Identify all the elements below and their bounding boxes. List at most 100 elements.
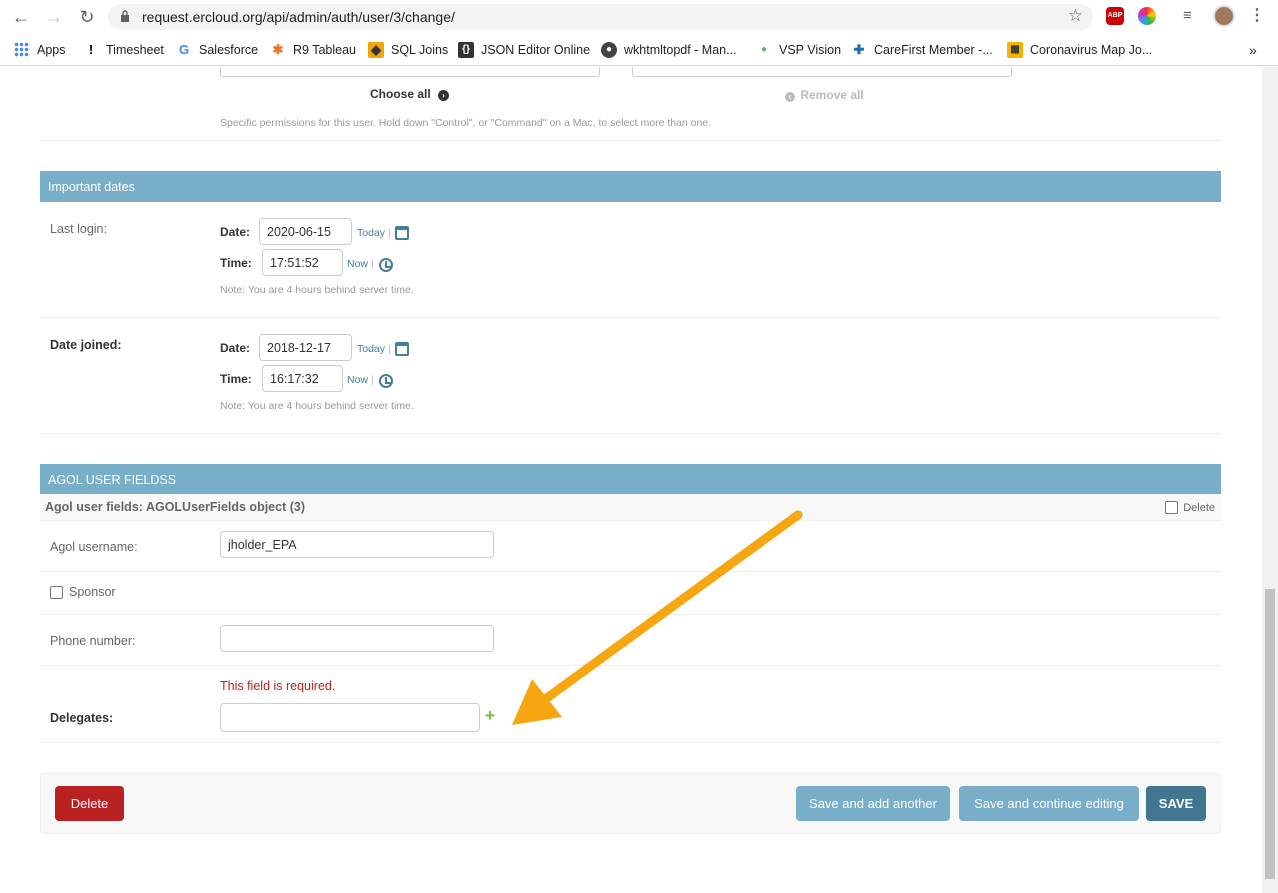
annotation-arrow <box>512 510 803 725</box>
bookmark-star-icon[interactable]: ☆ <box>1068 6 1083 26</box>
delete-checkbox[interactable] <box>1165 501 1179 514</box>
inline-delete-control[interactable]: Delete <box>1165 501 1215 514</box>
url-text[interactable]: request.ercloud.org/api/admin/auth/user/… <box>142 9 455 25</box>
bookmark-label: VSP Vision <box>779 43 842 57</box>
carefirst-icon: ✚ <box>853 42 865 57</box>
date-joined-label: Date joined: <box>50 338 122 352</box>
date-joined-date-input[interactable] <box>259 334 352 361</box>
admin-page: Choose all › ‹ Remove all Specific permi… <box>0 67 1262 893</box>
timezone-note: Note: You are 4 hours behind server time… <box>220 400 414 412</box>
reload-icon[interactable]: ↻ <box>76 6 98 28</box>
page-scrollbar[interactable] <box>1262 67 1278 893</box>
timezone-note: Note: You are 4 hours behind server time… <box>220 284 414 296</box>
bookmark-apps[interactable]: Apps <box>14 40 66 60</box>
divider <box>40 140 1221 141</box>
exclamation-icon: ! <box>88 42 94 57</box>
choose-all-label: Choose all <box>370 87 431 101</box>
last-login-time-input[interactable] <box>262 249 343 276</box>
color-extension-icon[interactable] <box>1138 7 1156 25</box>
today-label: Today <box>357 343 386 355</box>
date-joined-time-input[interactable] <box>262 365 343 392</box>
menu-kebab-icon[interactable]: ⋮ <box>1248 7 1266 25</box>
available-permissions-select[interactable] <box>220 67 600 77</box>
scrollbar-thumb[interactable] <box>1265 589 1275 879</box>
important-dates-header: Important dates <box>40 171 1221 202</box>
apps-grid-icon <box>14 42 30 58</box>
now-label: Now <box>347 258 369 270</box>
agol-username-input[interactable] <box>220 531 494 558</box>
save-button[interactable]: SAVE <box>1146 786 1206 821</box>
bookmark-label: wkhtmltopdf - Man... <box>624 43 737 57</box>
calendar-icon[interactable] <box>395 226 409 240</box>
date-joined-today-link[interactable]: Today | <box>357 343 391 355</box>
add-delegate-plus-icon[interactable]: + <box>485 706 495 726</box>
bookmark-label: SQL Joins <box>391 43 449 57</box>
media-control-icon[interactable]: ≡ <box>1183 7 1201 25</box>
today-label: Today <box>357 227 386 239</box>
tableau-icon: ✱ <box>272 42 284 57</box>
address-bar[interactable]: request.ercloud.org/api/admin/auth/user/… <box>108 4 1093 30</box>
lock-icon <box>121 10 129 22</box>
bookmark-json-editor[interactable]: {} JSON Editor Online <box>458 40 590 60</box>
last-login-label: Last login: <box>50 222 107 236</box>
divider <box>40 317 1221 318</box>
arrowhead <box>512 679 562 725</box>
submit-row: Delete Save and add another Save and con… <box>40 773 1221 834</box>
sql-icon: ◆ <box>368 42 384 58</box>
calendar-icon[interactable] <box>395 342 409 356</box>
bookmark-r9-tableau[interactable]: ✱ R9 Tableau <box>270 40 356 60</box>
bookmark-label: R9 Tableau <box>293 43 357 57</box>
bookmark-label: Apps <box>37 43 66 57</box>
choose-all-link[interactable]: Choose all › <box>370 87 450 101</box>
inline-object-title: Agol user fields: AGOLUserFields object … <box>45 500 305 514</box>
arrow-left-circle-icon: ‹ <box>785 92 795 102</box>
bookmark-carefirst[interactable]: ✚ CareFirst Member -... <box>851 40 993 60</box>
clock-icon[interactable] <box>379 374 393 388</box>
delete-button[interactable]: Delete <box>55 786 124 821</box>
bookmark-timesheet[interactable]: ! Timesheet <box>83 40 164 60</box>
bookmark-salesforce[interactable]: G Salesforce <box>176 40 258 60</box>
date-joined-now-link[interactable]: Now | <box>347 374 374 386</box>
delete-checkbox-label: Delete <box>1183 501 1215 514</box>
last-login-now-link[interactable]: Now | <box>347 258 374 270</box>
phone-number-input[interactable] <box>220 625 494 652</box>
google-icon: G <box>178 42 190 57</box>
last-login-date-input[interactable] <box>259 218 352 245</box>
error-message: This field is required. <box>220 679 336 693</box>
last-login-date-label: Date: <box>220 225 251 239</box>
sponsor-label: Sponsor <box>69 585 116 599</box>
bookmark-label: Timesheet <box>106 43 164 57</box>
save-and-continue-button[interactable]: Save and continue editing <box>959 786 1139 821</box>
back-icon[interactable]: ← <box>10 6 32 28</box>
save-and-add-another-button[interactable]: Save and add another <box>796 786 950 821</box>
browser-toolbar: ← → ↻ request.ercloud.org/api/admin/auth… <box>0 0 1278 34</box>
sponsor-field[interactable]: Sponsor <box>50 585 116 599</box>
delegates-input[interactable] <box>220 703 480 732</box>
last-login-time-label: Time: <box>220 256 252 270</box>
bookmark-sql-joins[interactable]: ◆ SQL Joins <box>368 40 448 60</box>
adblock-icon[interactable]: ABP <box>1106 7 1124 25</box>
profile-avatar[interactable] <box>1213 5 1235 27</box>
bookmark-label: Coronavirus Map Jo... <box>1030 43 1153 57</box>
delegates-label: Delegates: <box>50 711 114 725</box>
permissions-help-text: Specific permissions for this user. Hold… <box>220 117 712 129</box>
bookmark-vsp-vision[interactable]: ● VSP Vision <box>756 40 841 60</box>
remove-all-link[interactable]: ‹ Remove all <box>785 88 864 102</box>
sponsor-checkbox[interactable] <box>50 585 63 599</box>
divider <box>40 433 1221 434</box>
bookmark-label: CareFirst Member -... <box>874 43 993 57</box>
agol-username-label: Agol username: <box>50 540 138 554</box>
bookmark-label: Salesforce <box>199 43 259 57</box>
forward-icon[interactable]: → <box>43 6 65 28</box>
chosen-permissions-select[interactable] <box>632 67 1012 77</box>
bookmark-wkhtmltopdf[interactable]: ● wkhtmltopdf - Man... <box>601 40 737 60</box>
phone-number-label: Phone number: <box>50 634 136 648</box>
bookmark-coronavirus-map[interactable]: ▦ Coronavirus Map Jo... <box>1007 40 1152 60</box>
last-login-today-link[interactable]: Today | <box>357 227 391 239</box>
bookmarks-overflow-button[interactable]: » <box>1249 40 1257 60</box>
date-joined-time-label: Time: <box>220 372 252 386</box>
bookmark-label: JSON Editor Online <box>481 43 591 57</box>
clock-icon[interactable] <box>379 258 393 272</box>
now-label: Now <box>347 374 369 386</box>
vsp-icon: ● <box>760 44 768 55</box>
